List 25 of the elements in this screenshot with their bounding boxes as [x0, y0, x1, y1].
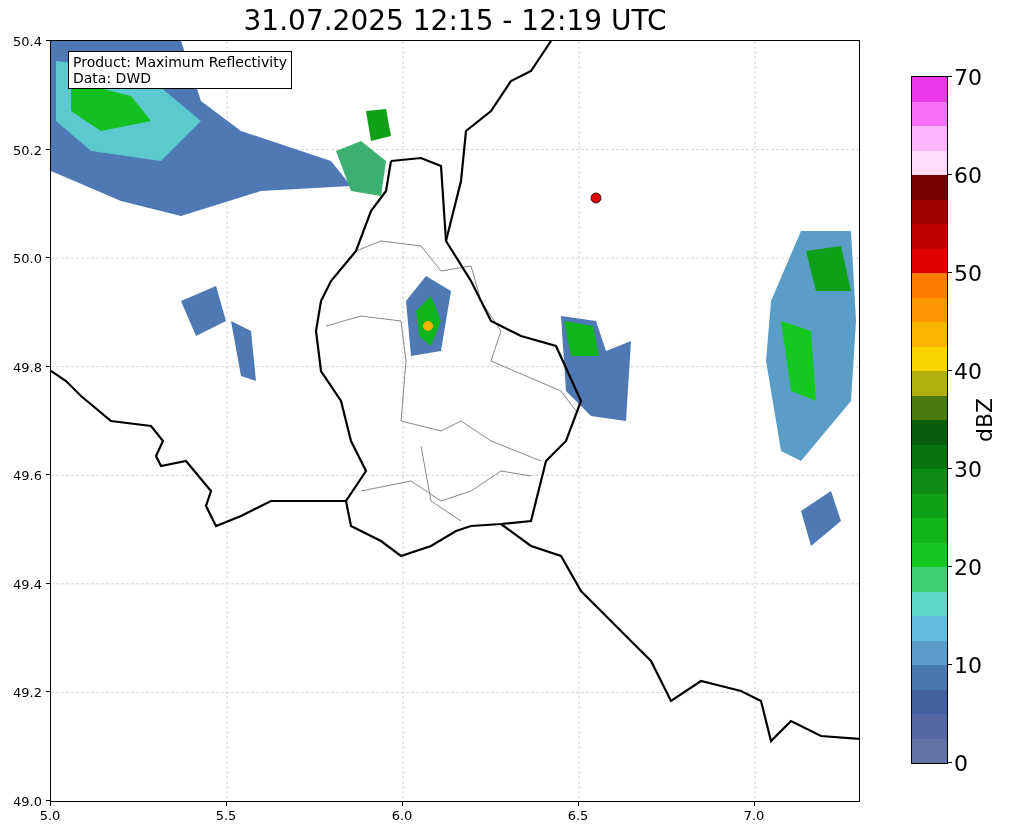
axis-tick-label: 49.2	[13, 684, 42, 700]
axis-tick-label: 49.8	[13, 359, 42, 375]
axis-tick-label: 7.0	[743, 808, 765, 823]
annotation-text: Product: Maximum Reflectivity	[73, 54, 287, 70]
colorbar-tick-label: 10	[954, 652, 982, 678]
axis-tick-label: 5.0	[39, 808, 61, 823]
colorbar-tick-label: 70	[954, 64, 982, 90]
chart-title: 31.07.2025 12:15 - 12:19 UTC	[242, 3, 668, 39]
annotation-text: Data: DWD	[73, 70, 152, 86]
axis-tick-label: 50.2	[13, 142, 42, 158]
colorbar-tick-label: 60	[954, 162, 982, 188]
axis-tick-label: 50.4	[13, 33, 42, 49]
colorbar-tick-label: 0	[954, 750, 968, 776]
axis-tick-label: 50.0	[13, 250, 42, 266]
axis-tick-label: 49.6	[13, 467, 42, 483]
colorbar-tick-label: 40	[954, 358, 982, 384]
colorbar-tick-label: 20	[954, 554, 982, 580]
axis-tick-label: 6.0	[391, 808, 413, 823]
colorbar-tick-label: 30	[954, 456, 982, 482]
axis-tick-label: 49.4	[13, 576, 42, 592]
colorbar-label: dBZ	[971, 397, 997, 443]
axis-tick-label: 6.5	[567, 808, 589, 823]
axis-tick-label: 5.5	[215, 808, 237, 823]
axis-tick-label: 49.0	[13, 793, 42, 809]
colorbar-tick-label: 50	[954, 260, 982, 286]
